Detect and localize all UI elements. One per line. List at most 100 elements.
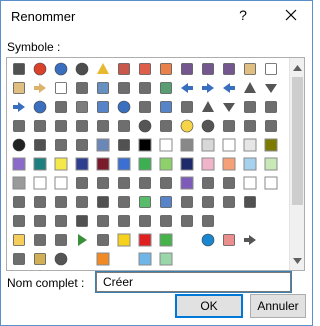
- symbol-cell[interactable]: [30, 211, 50, 231]
- symbol-cell[interactable]: [156, 192, 176, 212]
- symbol-cell[interactable]: [219, 154, 239, 174]
- symbol-cell[interactable]: [9, 59, 29, 79]
- symbol-cell[interactable]: [177, 154, 197, 174]
- symbol-cell[interactable]: [114, 192, 134, 212]
- symbol-cell[interactable]: [114, 97, 134, 117]
- close-button[interactable]: [280, 4, 302, 26]
- symbol-cell[interactable]: [219, 135, 239, 155]
- symbol-cell[interactable]: [30, 135, 50, 155]
- symbol-cell[interactable]: [93, 97, 113, 117]
- symbol-cell[interactable]: [135, 192, 155, 212]
- symbol-cell[interactable]: [93, 192, 113, 212]
- symbol-cell[interactable]: [72, 192, 92, 212]
- symbol-cell[interactable]: [93, 116, 113, 136]
- symbol-cell[interactable]: [72, 116, 92, 136]
- symbol-cell[interactable]: [219, 230, 239, 250]
- scroll-up-button[interactable]: [290, 60, 304, 75]
- ok-button[interactable]: OK: [175, 294, 243, 318]
- symbol-cell[interactable]: [261, 135, 281, 155]
- symbol-cell[interactable]: [51, 116, 71, 136]
- symbol-cell[interactable]: [72, 59, 92, 79]
- symbol-cell[interactable]: [93, 173, 113, 193]
- symbol-cell[interactable]: [51, 135, 71, 155]
- symbol-cell[interactable]: [177, 192, 197, 212]
- symbol-cell[interactable]: [9, 135, 29, 155]
- symbol-cell[interactable]: [135, 211, 155, 231]
- symbol-cell[interactable]: [51, 97, 71, 117]
- symbol-cell[interactable]: [9, 154, 29, 174]
- symbol-cell[interactable]: [114, 173, 134, 193]
- symbol-cell[interactable]: [9, 97, 29, 117]
- symbol-cell[interactable]: [114, 116, 134, 136]
- symbol-cell[interactable]: [51, 78, 71, 98]
- symbol-cell[interactable]: [114, 78, 134, 98]
- symbol-cell[interactable]: [198, 135, 218, 155]
- symbol-cell[interactable]: [198, 173, 218, 193]
- symbol-cell[interactable]: [219, 78, 239, 98]
- symbol-cell[interactable]: [240, 173, 260, 193]
- symbol-cell[interactable]: [177, 97, 197, 117]
- symbol-cell[interactable]: [135, 154, 155, 174]
- help-button[interactable]: ?: [235, 7, 251, 23]
- symbol-cell[interactable]: [93, 154, 113, 174]
- symbol-cell[interactable]: [240, 192, 260, 212]
- symbol-cell[interactable]: [261, 97, 281, 117]
- symbol-cell[interactable]: [9, 78, 29, 98]
- symbol-cell[interactable]: [93, 59, 113, 79]
- symbol-cell[interactable]: [156, 97, 176, 117]
- symbol-cell[interactable]: [114, 59, 134, 79]
- symbol-cell[interactable]: [177, 173, 197, 193]
- symbol-cell[interactable]: [198, 230, 218, 250]
- symbol-cell[interactable]: [177, 78, 197, 98]
- symbol-cell[interactable]: [135, 173, 155, 193]
- symbol-cell[interactable]: [93, 135, 113, 155]
- scrollbar-thumb[interactable]: [292, 77, 303, 205]
- symbol-cell[interactable]: [9, 116, 29, 136]
- symbol-cell[interactable]: [72, 173, 92, 193]
- symbol-cell[interactable]: [219, 249, 239, 269]
- symbol-cell[interactable]: [30, 173, 50, 193]
- symbol-cell[interactable]: [261, 154, 281, 174]
- symbol-cell[interactable]: [93, 78, 113, 98]
- symbol-cell[interactable]: [30, 230, 50, 250]
- symbol-cell[interactable]: [177, 116, 197, 136]
- symbol-cell[interactable]: [240, 211, 260, 231]
- symbol-cell[interactable]: [261, 116, 281, 136]
- symbol-cell[interactable]: [72, 249, 92, 269]
- symbol-cell[interactable]: [177, 230, 197, 250]
- symbol-cell[interactable]: [72, 230, 92, 250]
- symbol-cell[interactable]: [240, 59, 260, 79]
- symbol-cell[interactable]: [261, 78, 281, 98]
- symbol-cell[interactable]: [198, 154, 218, 174]
- symbol-cell[interactable]: [240, 97, 260, 117]
- symbol-cell[interactable]: [156, 211, 176, 231]
- symbol-cell[interactable]: [135, 78, 155, 98]
- symbol-cell[interactable]: [72, 154, 92, 174]
- symbol-cell[interactable]: [261, 59, 281, 79]
- symbol-cell[interactable]: [72, 211, 92, 231]
- symbol-cell[interactable]: [219, 211, 239, 231]
- symbol-cell[interactable]: [72, 78, 92, 98]
- symbol-cell[interactable]: [30, 116, 50, 136]
- symbol-cell[interactable]: [114, 154, 134, 174]
- symbol-cell[interactable]: [261, 230, 281, 250]
- symbol-cell[interactable]: [72, 135, 92, 155]
- symbol-cell[interactable]: [9, 211, 29, 231]
- symbol-cell[interactable]: [51, 154, 71, 174]
- symbol-cell[interactable]: [93, 211, 113, 231]
- symbol-cell[interactable]: [240, 116, 260, 136]
- symbol-cell[interactable]: [261, 192, 281, 212]
- symbol-cell[interactable]: [219, 116, 239, 136]
- symbol-cell[interactable]: [198, 78, 218, 98]
- symbol-cell[interactable]: [198, 116, 218, 136]
- name-input[interactable]: [95, 271, 292, 293]
- symbol-cell[interactable]: [51, 249, 71, 269]
- symbol-cell[interactable]: [114, 211, 134, 231]
- scroll-down-button[interactable]: [290, 253, 304, 268]
- symbol-cell[interactable]: [198, 249, 218, 269]
- symbol-cell[interactable]: [9, 192, 29, 212]
- symbol-cell[interactable]: [261, 173, 281, 193]
- symbol-cell[interactable]: [30, 78, 50, 98]
- symbol-cell[interactable]: [93, 230, 113, 250]
- symbol-cell[interactable]: [156, 230, 176, 250]
